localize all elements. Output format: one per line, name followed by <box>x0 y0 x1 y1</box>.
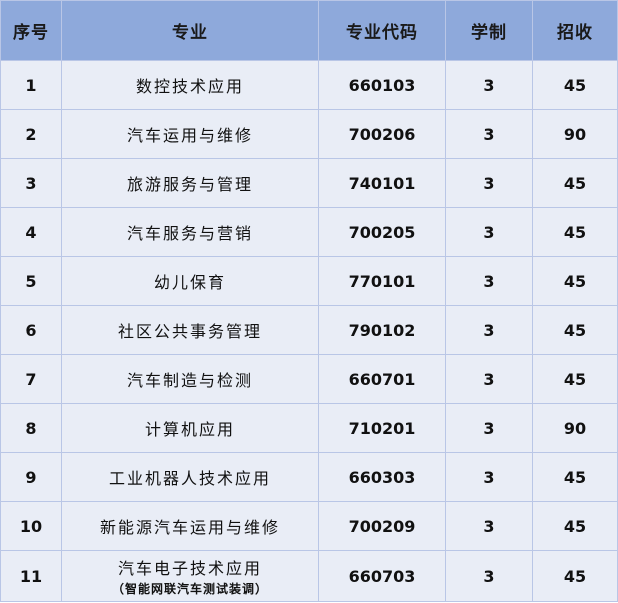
table-row: 8 计算机应用 710201 3 90 <box>0 403 618 453</box>
cell-duration: 3 <box>445 60 533 110</box>
cell-major-code: 700206 <box>318 109 446 159</box>
cell-serial: 3 <box>0 158 62 208</box>
cell-major: 汽车服务与营销 <box>61 207 319 257</box>
cell-enrollment: 45 <box>532 305 618 355</box>
cell-enrollment: 45 <box>532 256 618 306</box>
cell-enrollment: 90 <box>532 109 618 159</box>
cell-major-code: 710201 <box>318 403 446 453</box>
header-enrollment: 招收 <box>532 0 618 61</box>
cell-major-code: 660303 <box>318 452 446 502</box>
cell-enrollment: 45 <box>532 158 618 208</box>
cell-major: 新能源汽车运用与维修 <box>61 501 319 551</box>
table-row: 11 汽车电子技术应用 （智能网联汽车测试装调） 660703 3 45 <box>0 550 618 602</box>
cell-serial: 7 <box>0 354 62 404</box>
cell-major-code: 790102 <box>318 305 446 355</box>
cell-major-subtitle: （智能网联汽车测试装调） <box>111 582 268 596</box>
cell-duration: 3 <box>445 501 533 551</box>
table-row: 7 汽车制造与检测 660701 3 45 <box>0 354 618 404</box>
cell-serial: 11 <box>0 550 62 602</box>
cell-major-code: 740101 <box>318 158 446 208</box>
cell-serial: 6 <box>0 305 62 355</box>
cell-enrollment: 45 <box>532 207 618 257</box>
cell-enrollment: 45 <box>532 501 618 551</box>
cell-enrollment: 45 <box>532 354 618 404</box>
cell-major: 社区公共事务管理 <box>61 305 319 355</box>
cell-serial: 5 <box>0 256 62 306</box>
cell-major: 计算机应用 <box>61 403 319 453</box>
cell-enrollment: 45 <box>532 60 618 110</box>
header-serial: 序号 <box>0 0 62 61</box>
cell-major-code: 660103 <box>318 60 446 110</box>
table-header: 序号 专业 专业代码 学制 招收 <box>0 0 618 61</box>
cell-major-code: 770101 <box>318 256 446 306</box>
cell-major: 工业机器人技术应用 <box>61 452 319 502</box>
table-row: 4 汽车服务与营销 700205 3 45 <box>0 207 618 257</box>
cell-major: 汽车运用与维修 <box>61 109 319 159</box>
cell-enrollment: 90 <box>532 403 618 453</box>
header-row: 序号 专业 专业代码 学制 招收 <box>0 0 618 61</box>
table-row: 6 社区公共事务管理 790102 3 45 <box>0 305 618 355</box>
cell-major: 幼儿保育 <box>61 256 319 306</box>
cell-duration: 3 <box>445 403 533 453</box>
cell-serial: 8 <box>0 403 62 453</box>
header-major-code: 专业代码 <box>318 0 446 61</box>
cell-major-code: 700209 <box>318 501 446 551</box>
table-row: 5 幼儿保育 770101 3 45 <box>0 256 618 306</box>
table-body: 1 数控技术应用 660103 3 45 2 汽车运用与维修 700206 3 … <box>0 60 618 602</box>
cell-major-name: 汽车电子技术应用 <box>117 559 262 578</box>
enrollment-table: 序号 专业 专业代码 学制 招收 1 数控技术应用 660103 3 45 2 … <box>0 0 618 602</box>
cell-major-code: 660703 <box>318 550 446 602</box>
cell-major: 数控技术应用 <box>61 60 319 110</box>
table-row: 1 数控技术应用 660103 3 45 <box>0 60 618 110</box>
table-row: 9 工业机器人技术应用 660303 3 45 <box>0 452 618 502</box>
cell-duration: 3 <box>445 158 533 208</box>
table-row: 10 新能源汽车运用与维修 700209 3 45 <box>0 501 618 551</box>
cell-duration: 3 <box>445 550 533 602</box>
cell-enrollment: 45 <box>532 452 618 502</box>
cell-major-code: 660701 <box>318 354 446 404</box>
cell-duration: 3 <box>445 256 533 306</box>
header-major: 专业 <box>61 0 319 61</box>
cell-major: 旅游服务与管理 <box>61 158 319 208</box>
header-duration: 学制 <box>445 0 533 61</box>
cell-serial: 10 <box>0 501 62 551</box>
table-row: 3 旅游服务与管理 740101 3 45 <box>0 158 618 208</box>
table-row: 2 汽车运用与维修 700206 3 90 <box>0 109 618 159</box>
cell-duration: 3 <box>445 207 533 257</box>
cell-duration: 3 <box>445 452 533 502</box>
cell-enrollment: 45 <box>532 550 618 602</box>
cell-serial: 2 <box>0 109 62 159</box>
cell-major: 汽车制造与检测 <box>61 354 319 404</box>
cell-duration: 3 <box>445 109 533 159</box>
cell-major-code: 700205 <box>318 207 446 257</box>
cell-serial: 1 <box>0 60 62 110</box>
cell-serial: 9 <box>0 452 62 502</box>
cell-duration: 3 <box>445 354 533 404</box>
cell-major: 汽车电子技术应用 （智能网联汽车测试装调） <box>61 550 319 602</box>
cell-serial: 4 <box>0 207 62 257</box>
cell-duration: 3 <box>445 305 533 355</box>
